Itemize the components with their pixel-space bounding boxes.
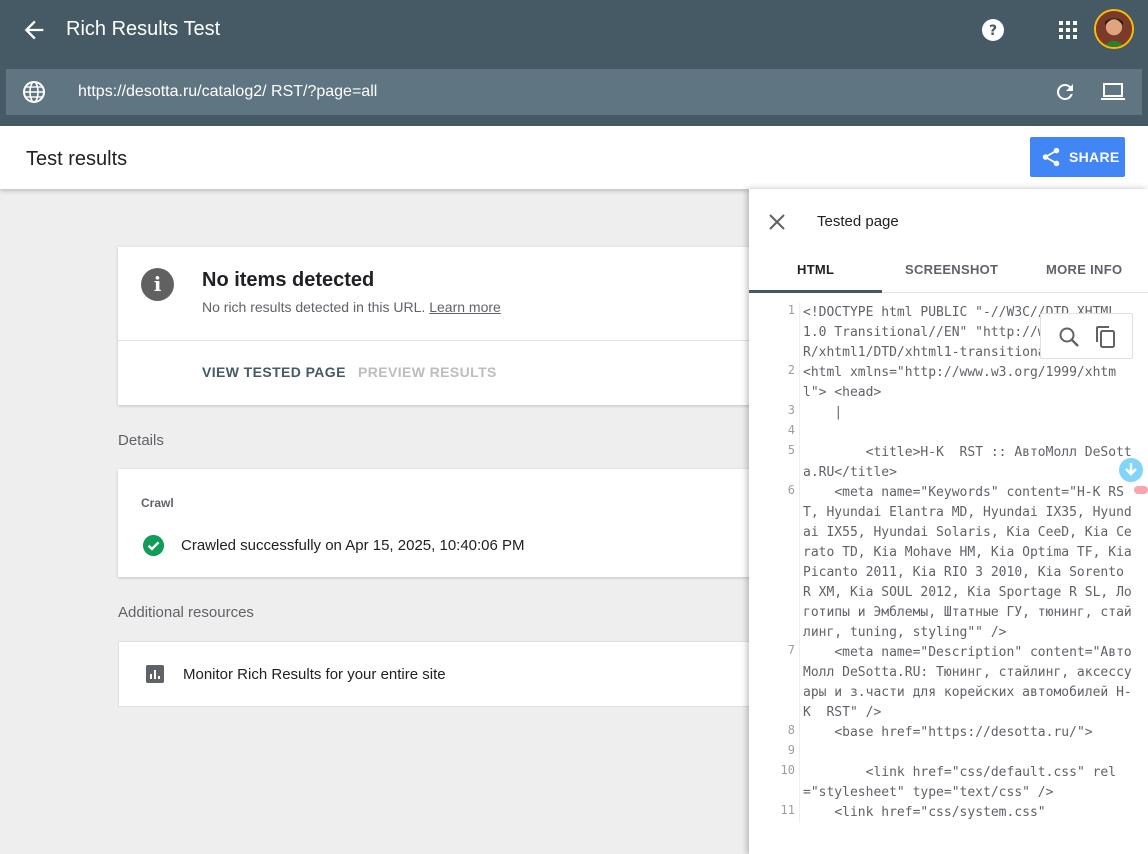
apps-grid-icon[interactable] [1056,18,1080,42]
summary-subtitle: No rich results detected in this URL. Le… [202,299,501,315]
gutter-separator [799,803,800,823]
code-line: 11 <link href="css/system.css" [749,803,1148,823]
close-icon[interactable] [767,212,787,232]
view-tested-page-button[interactable]: VIEW TESTED PAGE [202,364,346,380]
summary-title: No items detected [202,269,375,291]
info-icon: i [141,268,174,301]
html-source-viewer[interactable]: 1<!DOCTYPE html PUBLIC "-//W3C//DTD XHTM… [749,293,1148,854]
search-icon[interactable] [1058,326,1080,348]
page-title: Test results [26,148,128,170]
gutter-separator [799,303,800,363]
code-line-text [803,743,1133,763]
line-number: 1 [787,303,795,317]
gutter-separator [799,443,800,483]
code-line: 3 | [749,403,1148,423]
tab-more-info[interactable]: MORE INFO [1046,262,1122,277]
url-input[interactable]: https://desotta.ru/catalog2/ RST/?page=a… [78,83,377,101]
svg-text:?: ? [989,23,997,39]
details-section-label: Details [118,432,164,449]
gutter-separator [799,743,800,763]
tab-html[interactable]: HTML [797,262,834,277]
laptop-icon[interactable] [1100,80,1126,104]
code-line-text: <link href="css/system.css" [803,805,1046,820]
learn-more-link[interactable]: Learn more [429,299,501,315]
code-line-text: <link href="css/default.css" rel="styles… [803,765,1117,800]
back-arrow-icon[interactable] [20,16,48,44]
gutter-separator [799,643,800,723]
notification-badge [1134,486,1148,494]
bar-chart-icon [146,665,164,683]
crawl-status: Crawled successfully on Apr 15, 2025, 10… [181,537,525,554]
code-line-text: <meta name="Keywords" content="H-K RST, … [803,485,1140,640]
gutter-separator [799,363,800,403]
tab-screenshot[interactable]: SCREENSHOT [905,262,998,277]
url-bar[interactable]: https://desotta.ru/catalog2/ RST/?page=a… [6,69,1142,115]
refresh-icon[interactable] [1053,80,1077,104]
gutter-separator [799,483,800,643]
gutter-separator [799,763,800,803]
panel-tabs: HTML SCREENSHOT MORE INFO [749,249,1148,293]
help-icon[interactable]: ? [981,18,1005,42]
check-icon [143,535,164,556]
copy-icon[interactable] [1094,325,1116,349]
code-line: 2 <html xmlns="http://www.w3.org/1999/xht… [749,363,1148,403]
gutter-separator [799,403,800,423]
divider [118,340,758,341]
code-line: 9 [749,743,1148,763]
line-number: 11 [780,803,795,817]
code-line-text [803,423,1133,443]
summary-card: i No items detected No rich results dete… [118,247,758,405]
line-number: 8 [787,723,795,737]
additional-resources-label: Additional resources [118,604,254,621]
panel-title: Tested page [817,213,899,230]
download-icon[interactable] [1119,458,1143,482]
line-number: 5 [787,443,795,457]
line-number: 3 [787,403,795,417]
gutter-separator [799,723,800,743]
globe-icon [23,81,45,103]
code-line: 5 <title>H-K RST :: АвтоМолл DeSotta.RU<… [749,443,1148,483]
app-bar: Rich Results Test ? [0,0,1148,60]
share-label: SHARE [1069,149,1120,165]
crawl-title: Crawl [141,496,174,510]
url-bar-container: https://desotta.ru/catalog2/ RST/?page=a… [0,60,1148,126]
avatar[interactable] [1094,9,1134,49]
code-line-text: <meta name="Description" content="АвтоМо… [803,645,1132,720]
results-header: Test results SHARE [0,126,1148,189]
code-line: 4 [749,423,1148,443]
code-line: 7 <meta name="Description" content="Авто… [749,643,1148,723]
line-number: 4 [787,423,795,437]
share-button[interactable]: SHARE [1030,137,1125,177]
line-number: 7 [787,643,795,657]
code-tools [1040,313,1133,359]
code-line-text: <title>H-K RST :: АвтоМолл DeSotta.RU</t… [803,445,1132,480]
line-number: 10 [780,763,795,777]
code-line-text: | [803,405,843,420]
monitor-rich-results-link[interactable]: Monitor Rich Results for your entire sit… [183,666,446,683]
code-line: 6 <meta name="Keywords" content="H-K RST… [749,483,1148,643]
code-line-text: <base href="https://desotta.ru/"> [803,725,1093,740]
line-number: 9 [787,743,795,757]
code-line: 10 <link href="css/default.css" rel="sty… [749,763,1148,803]
gutter-separator [799,423,800,443]
app-title: Rich Results Test [66,18,221,40]
share-icon [1042,147,1060,167]
line-number: 6 [787,483,795,497]
code-line-text: <html xmlns="http://www.w3.org/1999/xhtm… [803,365,1117,400]
code-line: 8 <base href="https://desotta.ru/"> [749,723,1148,743]
tested-page-panel: Tested page HTML SCREENSHOT MORE INFO 1 <… [749,189,1148,854]
crawl-card[interactable]: Crawl Crawled successfully on Apr 15, 20… [118,469,758,577]
line-number: 2 [787,363,795,377]
summary-subtitle-text: No rich results detected in this URL. [202,299,426,315]
preview-results-button[interactable]: PREVIEW RESULTS [358,364,497,380]
monitor-card[interactable]: Monitor Rich Results for your entire sit… [118,641,758,707]
